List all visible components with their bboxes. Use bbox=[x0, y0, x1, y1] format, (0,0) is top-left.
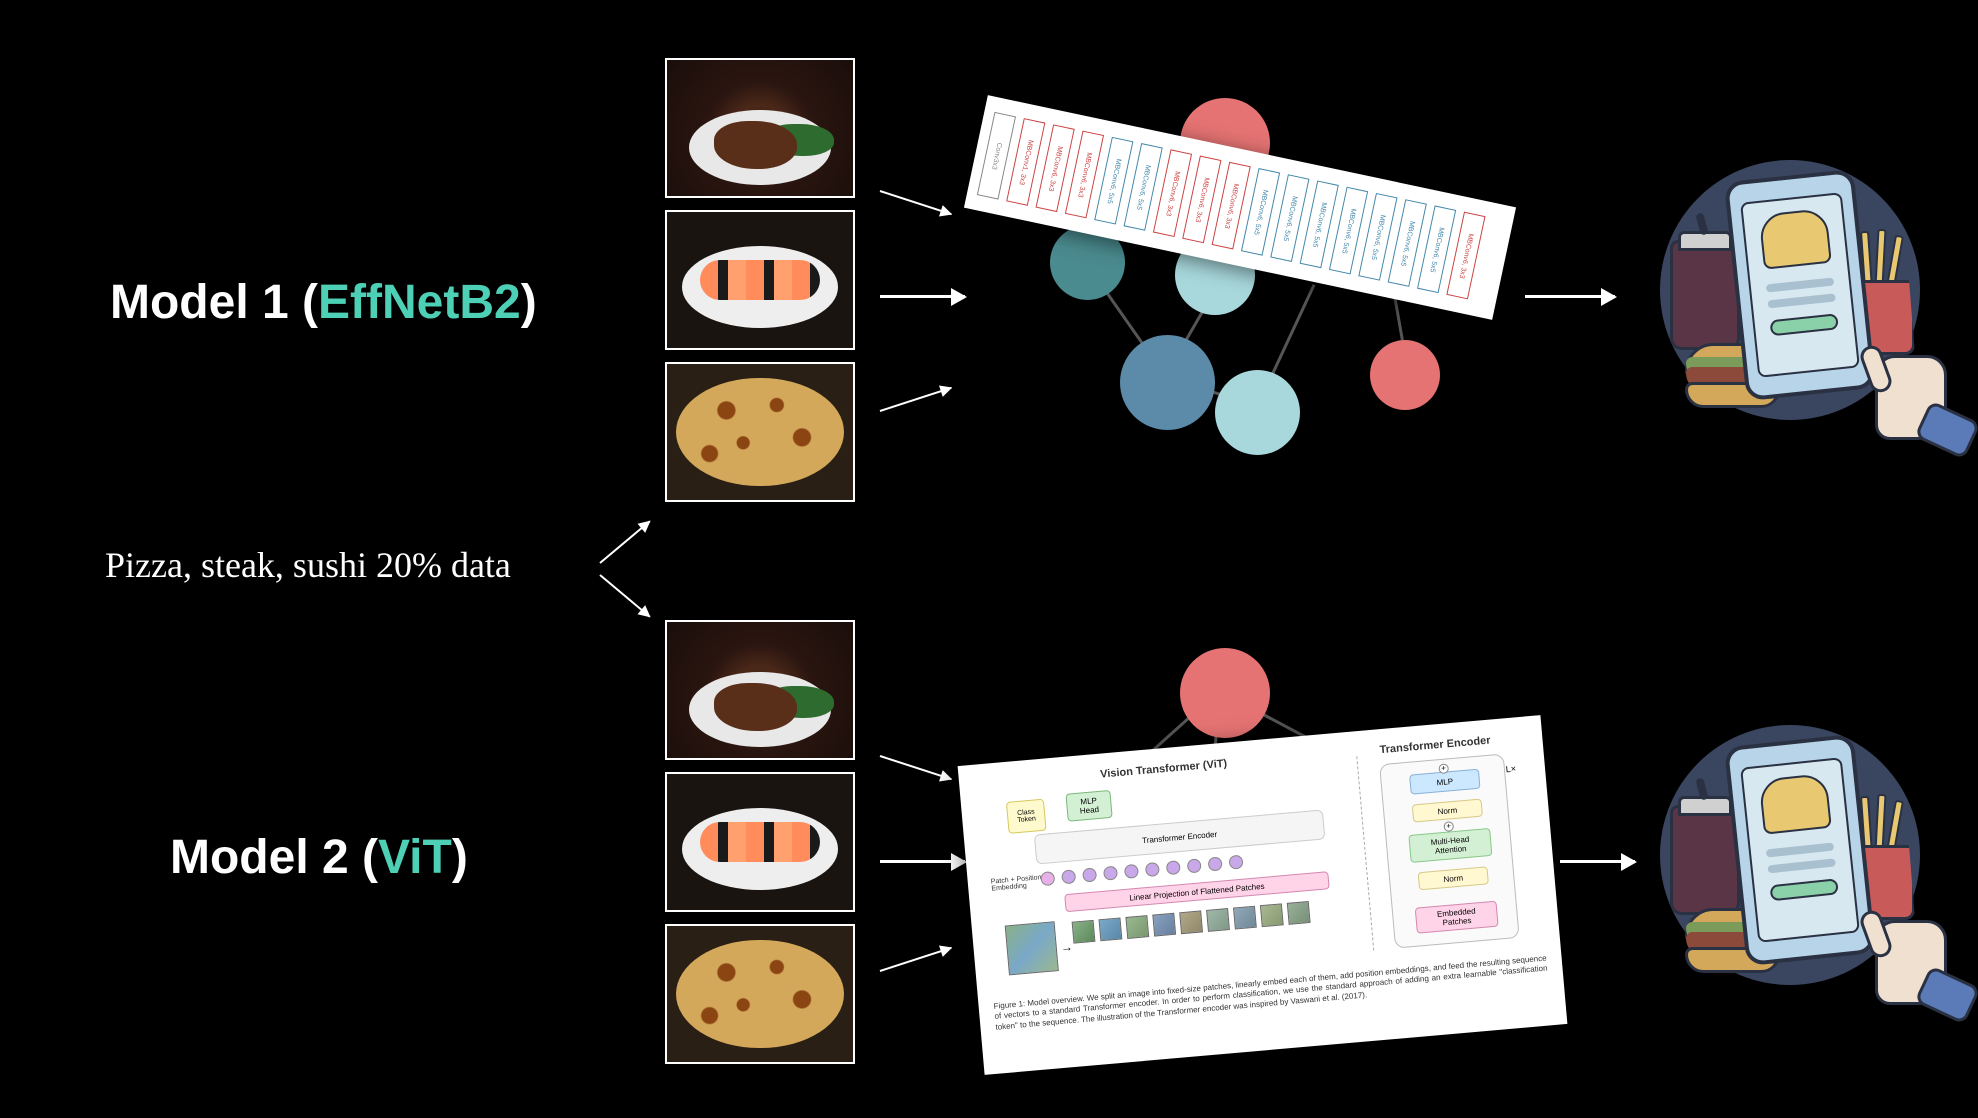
model1-name: EffNetB2 bbox=[318, 276, 521, 329]
phone-icon-2 bbox=[1724, 734, 1876, 966]
hand-icon bbox=[1855, 340, 1975, 450]
vit-enc-norm1: Norm bbox=[1412, 799, 1483, 823]
model1-suffix: ) bbox=[521, 276, 537, 329]
sushi-image-2 bbox=[665, 772, 855, 912]
vit-mlp-head: MLP Head bbox=[1065, 790, 1112, 822]
food-stack-model2 bbox=[665, 620, 855, 1064]
split-arrow-down bbox=[599, 574, 650, 617]
feed-arrow-top-3 bbox=[880, 387, 952, 412]
feed-arrow-bot-2 bbox=[880, 860, 965, 863]
vit-architecture: Vision Transformer (ViT) Class Token MLP… bbox=[958, 715, 1568, 1075]
vit-title-left: Vision Transformer (ViT) bbox=[1034, 752, 1294, 787]
feed-arrow-top-2 bbox=[880, 295, 965, 298]
output-arrow-top bbox=[1525, 295, 1615, 298]
data-label: Pizza, steak, sushi 20% data bbox=[105, 544, 511, 586]
feed-arrow-bot-1 bbox=[880, 755, 952, 780]
model2-label: Model 2 (ViT) bbox=[170, 830, 468, 885]
nn-node-b2 bbox=[1180, 648, 1270, 738]
vit-enc-mha: Multi-Head Attention bbox=[1408, 828, 1492, 863]
steak-image bbox=[665, 58, 855, 198]
cup-icon-2 bbox=[1670, 805, 1740, 915]
pizza-image-2 bbox=[665, 924, 855, 1064]
steak-image-2 bbox=[665, 620, 855, 760]
vit-enc-embed: Embedded Patches bbox=[1415, 901, 1499, 934]
model1-prefix: Model 1 ( bbox=[110, 276, 318, 329]
food-app-output-model2 bbox=[1650, 715, 1930, 995]
hand-icon-2 bbox=[1855, 905, 1975, 1015]
output-arrow-bottom bbox=[1560, 860, 1635, 863]
vit-patch-embed-label: Patch + Position Embedding bbox=[991, 874, 1042, 892]
model1-label: Model 1 (EffNetB2) bbox=[110, 275, 537, 330]
nn-node-4 bbox=[1120, 335, 1215, 430]
food-app-output-model1 bbox=[1650, 150, 1930, 430]
feed-arrow-bot-3 bbox=[880, 947, 952, 972]
feed-arrow-top-1 bbox=[880, 190, 952, 215]
model2-suffix: ) bbox=[452, 831, 468, 884]
nn-node-7 bbox=[1370, 340, 1440, 410]
split-arrow-up bbox=[599, 520, 650, 563]
model2-prefix: Model 2 ( bbox=[170, 831, 378, 884]
sushi-image bbox=[665, 210, 855, 350]
cup-icon bbox=[1670, 240, 1740, 350]
food-stack-model1 bbox=[665, 58, 855, 502]
nn-node-5 bbox=[1215, 370, 1300, 455]
vit-class-token: Class Token bbox=[1006, 799, 1047, 834]
phone-icon bbox=[1724, 169, 1876, 401]
vit-enc-norm2: Norm bbox=[1418, 866, 1489, 890]
model2-name: ViT bbox=[378, 831, 452, 884]
pizza-image bbox=[665, 362, 855, 502]
